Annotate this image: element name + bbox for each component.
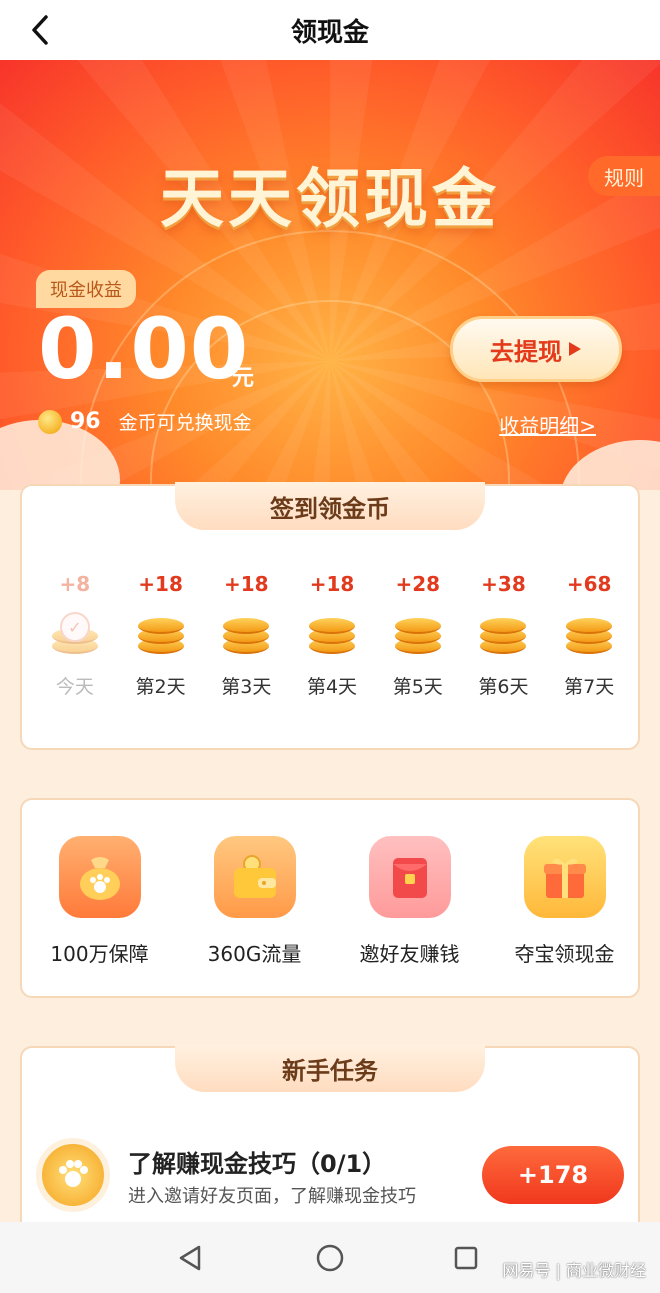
day-reward: +68 [566,572,612,596]
cash-balance: 0.00 [38,300,250,398]
day-label: 第7天 [564,676,615,698]
coin-stack-icon [136,610,186,656]
coin-stack-icon [393,610,443,656]
feature-data-traffic[interactable]: 360G流量 [180,836,330,967]
coin-exchange-text: 金币可兑换现金 [118,412,252,434]
income-detail-link[interactable]: 收益明细> [499,410,596,439]
day-label: 第3天 [221,676,272,698]
checkin-day-2[interactable]: +18 第2天 [118,572,204,699]
checkin-day-6[interactable]: +38 第6天 [461,572,547,699]
feature-row: 100万保障 360G流量 邀好友赚钱 夺宝领现金 [22,836,642,967]
checkin-day-3[interactable]: +18 第3天 [203,572,289,699]
feature-guarantee[interactable]: 100万保障 [25,836,175,967]
top-bar: 领现金 [0,0,660,60]
task-description: 进入邀请好友页面，了解赚现金技巧 [128,1186,416,1207]
day-reward: +18 [224,572,269,596]
day-label: 第4天 [306,676,358,698]
day-label: 第2天 [135,676,186,698]
checkin-card: 签到领金币 +8 ✓ 今天 +18 第2天 +18 第3天 +18 第4天 +2… [20,482,640,750]
banner-title: 天天领现金 [160,163,500,237]
gift-box-icon [523,836,606,918]
cash-unit: 元 [232,366,255,391]
play-arrow-icon [569,342,581,356]
feature-label: 360G流量 [207,942,302,966]
day-reward: +38 [481,572,526,596]
checkmark-icon: ✓ [59,612,90,642]
watermark: 网易号 | 商业微财经 [502,1261,646,1280]
coin-count: 96 [70,409,101,434]
day-reward: +18 [138,572,183,596]
triangle-back-icon[interactable] [172,1240,208,1276]
day-reward: +8 [59,572,91,596]
checkin-days: +8 ✓ 今天 +18 第2天 +18 第3天 +18 第4天 +28 第5天 [32,572,632,699]
task-title: 了解赚现金技巧（0/1） [128,1150,387,1178]
square-recent-icon[interactable] [448,1240,484,1276]
checkin-title: 签到领金币 [175,482,485,530]
coin-summary: 96 金币可兑换现金 [38,408,252,435]
checkin-day-1[interactable]: +8 ✓ 今天 [32,572,118,699]
coin-icon [38,409,62,434]
money-bag-icon [58,836,141,918]
system-nav-bar: 网易号 | 商业微财经 [0,1222,660,1293]
chevron-left-icon[interactable] [22,10,58,50]
checkin-day-4[interactable]: +18 第4天 [289,572,375,699]
withdraw-button[interactable]: 去提现 [450,316,622,382]
coin-stack-icon: ✓ [50,610,100,656]
day-reward: +28 [395,572,441,596]
page-title: 领现金 [290,17,369,48]
feature-label: 100万保障 [50,942,149,966]
circle-home-icon[interactable] [312,1240,348,1276]
rules-button[interactable]: 规则 [588,156,660,196]
paw-coin-icon [36,1138,110,1212]
task-item: 了解赚现金技巧（0/1） 进入邀请好友页面，了解赚现金技巧 +178 [36,1138,626,1228]
feature-label: 邀好友赚钱 [359,942,460,966]
checkin-day-7[interactable]: +68 第7天 [546,572,632,699]
coin-stack-icon [478,610,528,656]
day-label: 第5天 [392,676,443,698]
withdraw-label: 去提现 [490,337,562,366]
day-label: 今天 [55,676,94,698]
checkin-day-5[interactable]: +28 第5天 [375,572,461,699]
coin-stack-icon [221,610,271,656]
red-envelope-icon [368,836,451,918]
day-reward: +18 [309,572,355,596]
features-card: 100万保障 360G流量 邀好友赚钱 夺宝领现金 [20,798,640,998]
day-label: 第6天 [478,676,529,698]
feature-label: 夺宝领现金 [514,942,615,966]
coin-stack-icon [307,610,357,656]
coin-stack-icon [564,610,614,656]
tasks-title: 新手任务 [175,1044,485,1092]
feature-treasure[interactable]: 夺宝领现金 [490,836,640,967]
feature-invite-friends[interactable]: 邀好友赚钱 [335,836,485,967]
task-reward-button[interactable]: +178 [482,1146,624,1204]
wallet-icon [213,836,296,918]
hero-banner: 天天领现金 规则 现金收益 0.00 元 去提现 96 金币可兑换现金 收益明细… [0,60,660,490]
